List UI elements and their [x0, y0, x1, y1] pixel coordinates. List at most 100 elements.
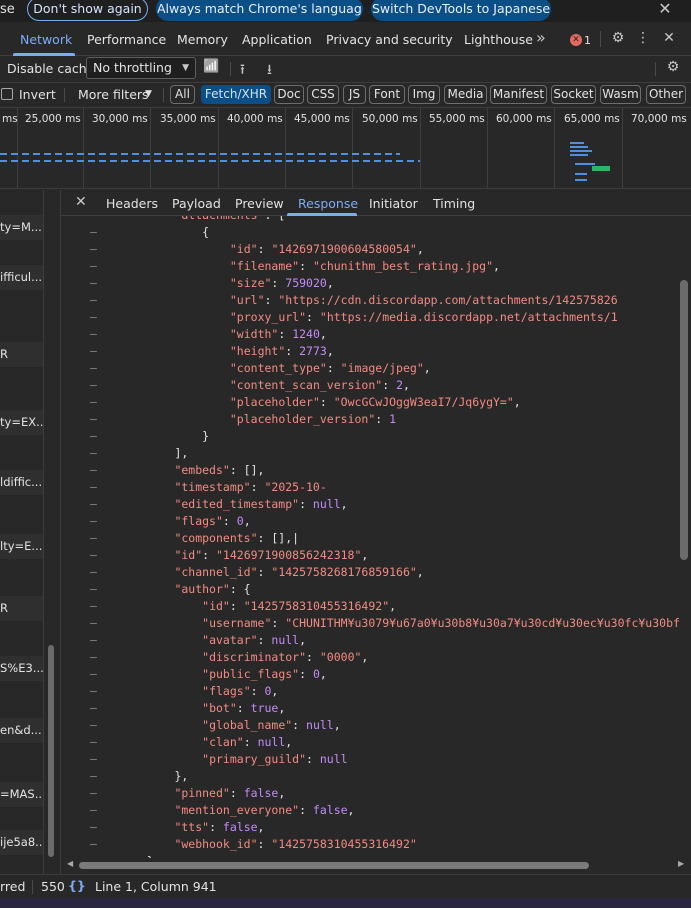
throttling-select[interactable]: No throttling ▼: [86, 57, 196, 79]
request-row[interactable]: [0, 290, 43, 315]
fold-gutter-marker[interactable]: –: [90, 530, 97, 547]
filter-chip-socket[interactable]: Socket: [551, 85, 596, 104]
fold-gutter-marker[interactable]: –: [90, 216, 97, 224]
request-row[interactable]: [0, 240, 43, 265]
fold-gutter-marker[interactable]: –: [90, 445, 97, 462]
request-row[interactable]: R: [0, 596, 43, 621]
fold-gutter-marker[interactable]: –: [90, 581, 97, 598]
filter-chip-all[interactable]: All: [170, 85, 195, 104]
filter-chip-font[interactable]: Font: [369, 85, 405, 104]
kebab-menu-icon[interactable]: ⋮: [636, 30, 650, 46]
fold-gutter-marker[interactable]: –: [90, 717, 97, 734]
always-match-language-button[interactable]: Always match Chrome's language: [156, 0, 363, 21]
pretty-print-braces-icon[interactable]: {}: [68, 878, 86, 893]
more-filters-dropdown[interactable]: More filters: [78, 87, 149, 102]
fold-gutter-marker[interactable]: –: [90, 564, 97, 581]
disable-cache-checkbox[interactable]: Disable cache: [7, 61, 94, 76]
request-row[interactable]: ty=M...: [0, 215, 43, 240]
fold-gutter-marker[interactable]: –: [90, 734, 97, 751]
response-body-viewer[interactable]: –"attachments": [–{–"id": "1426971900604…: [61, 216, 679, 858]
fold-gutter-marker[interactable]: –: [90, 615, 97, 632]
close-infobar-icon[interactable]: ✕: [655, 0, 675, 19]
export-har-icon[interactable]: ⭳: [267, 59, 272, 83]
fold-gutter-marker[interactable]: –: [90, 700, 97, 717]
request-row[interactable]: [0, 565, 43, 590]
fold-gutter-marker[interactable]: –: [90, 309, 97, 326]
filter-chip-other[interactable]: Other: [646, 85, 686, 104]
network-overview-timeline[interactable]: ms 25,000 ms 30,000 ms 35,000 ms 40,000 …: [0, 108, 691, 189]
tab-performance[interactable]: Performance: [87, 32, 166, 47]
tab-headers[interactable]: Headers: [106, 196, 158, 211]
request-row[interactable]: S%E3...: [0, 656, 43, 681]
fold-gutter-marker[interactable]: –: [90, 292, 97, 309]
tab-lighthouse[interactable]: Lighthouse: [464, 32, 533, 47]
fold-gutter-marker[interactable]: –: [90, 683, 97, 700]
fold-gutter-marker[interactable]: –: [90, 394, 97, 411]
tab-memory[interactable]: Memory: [177, 32, 228, 47]
scroll-right-arrow-icon[interactable]: ▶: [678, 859, 684, 868]
request-row[interactable]: lty=E...: [0, 534, 43, 559]
response-horizontal-scrollbar[interactable]: [79, 862, 589, 869]
fold-gutter-marker[interactable]: –: [90, 666, 97, 683]
filter-chip-js[interactable]: JS: [343, 85, 366, 104]
fold-gutter-marker[interactable]: –: [90, 496, 97, 513]
fold-gutter-marker[interactable]: –: [90, 258, 97, 275]
invert-checkbox[interactable]: [1, 88, 13, 100]
filter-chip-fetch-xhr[interactable]: Fetch/XHR: [201, 85, 271, 104]
network-settings-gear-icon[interactable]: ⚙: [664, 59, 682, 75]
tab-application[interactable]: Application: [242, 32, 312, 47]
filter-chip-wasm[interactable]: Wasm: [600, 85, 641, 104]
request-row[interactable]: R: [0, 342, 43, 367]
fold-gutter-marker[interactable]: –: [90, 836, 97, 853]
network-conditions-icon[interactable]: 📶: [203, 59, 219, 74]
fold-gutter-marker[interactable]: –: [90, 411, 97, 428]
fold-gutter-marker[interactable]: –: [90, 343, 97, 360]
fold-gutter-marker[interactable]: –: [90, 428, 97, 445]
fold-gutter-marker[interactable]: –: [90, 224, 97, 241]
close-detail-icon[interactable]: ✕: [75, 194, 87, 210]
fold-gutter-marker[interactable]: –: [90, 547, 97, 564]
response-vertical-scrollbar[interactable]: [680, 280, 688, 560]
fold-gutter-marker[interactable]: –: [90, 649, 97, 666]
request-row[interactable]: ifficul...: [0, 265, 43, 290]
request-row[interactable]: [0, 686, 43, 711]
request-row[interactable]: en&d...: [0, 718, 43, 743]
fold-gutter-marker[interactable]: –: [90, 785, 97, 802]
fold-gutter-marker[interactable]: –: [90, 632, 97, 649]
fold-gutter-marker[interactable]: –: [90, 360, 97, 377]
tab-preview[interactable]: Preview: [235, 196, 284, 211]
filter-chip-manifest[interactable]: Manifest: [490, 85, 547, 104]
settings-gear-icon[interactable]: ⚙: [608, 30, 628, 46]
request-row[interactable]: ldiffic...: [0, 470, 43, 495]
request-row[interactable]: [0, 375, 43, 400]
fold-gutter-marker[interactable]: –: [90, 768, 97, 785]
switch-to-japanese-button[interactable]: Switch DevTools to Japanese: [371, 0, 551, 21]
tab-timing[interactable]: Timing: [433, 196, 475, 211]
fold-gutter-marker[interactable]: –: [90, 598, 97, 615]
filter-chip-media[interactable]: Media: [444, 85, 487, 104]
request-row[interactable]: [0, 190, 43, 215]
error-icon[interactable]: ✕: [570, 34, 582, 46]
request-list-scrollbar[interactable]: [48, 645, 54, 857]
filter-chip-css[interactable]: CSS: [307, 85, 339, 104]
fold-gutter-marker[interactable]: –: [90, 241, 97, 258]
tab-network[interactable]: Network: [20, 32, 72, 47]
fold-gutter-marker[interactable]: –: [90, 513, 97, 530]
filter-chip-doc[interactable]: Doc: [274, 85, 304, 104]
fold-gutter-marker[interactable]: –: [90, 479, 97, 496]
filter-chip-img[interactable]: Img: [408, 85, 440, 104]
close-devtools-icon[interactable]: ✕: [661, 30, 677, 46]
request-row[interactable]: =MAS...: [0, 782, 43, 807]
fold-gutter-marker[interactable]: –: [90, 377, 97, 394]
more-tabs-icon[interactable]: »: [536, 28, 546, 47]
tab-payload[interactable]: Payload: [172, 196, 221, 211]
request-row[interactable]: [0, 750, 43, 775]
tab-response[interactable]: Response: [298, 196, 358, 211]
fold-gutter-marker[interactable]: –: [90, 751, 97, 768]
fold-gutter-marker[interactable]: –: [90, 819, 97, 836]
request-row[interactable]: ije5a8...: [0, 830, 43, 855]
tab-initiator[interactable]: Initiator: [369, 196, 418, 211]
request-row[interactable]: [0, 630, 43, 655]
import-har-icon[interactable]: ⭱: [240, 59, 245, 83]
scroll-left-arrow-icon[interactable]: ◀: [67, 859, 73, 868]
